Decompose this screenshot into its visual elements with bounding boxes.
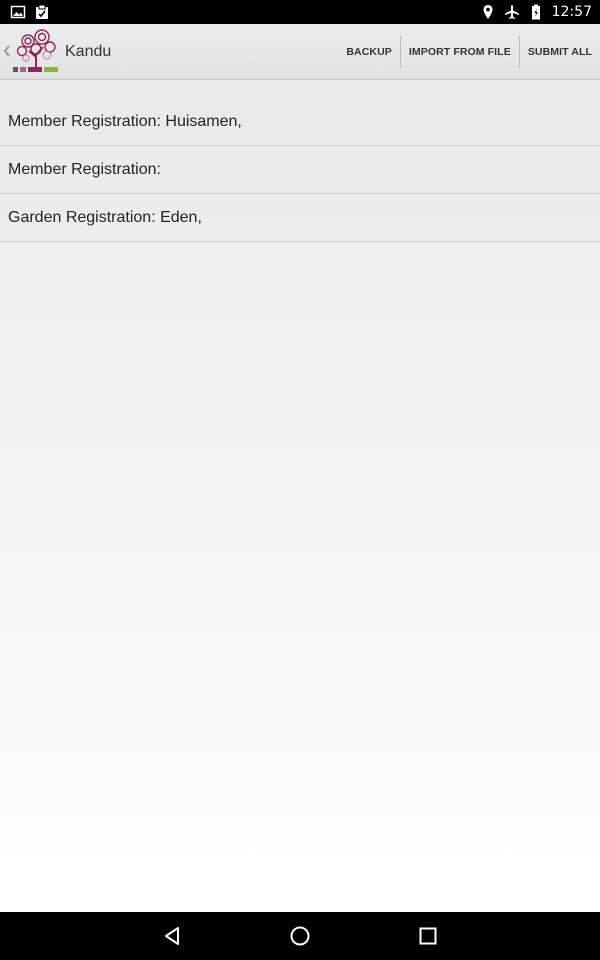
image-icon	[10, 5, 26, 19]
action-buttons: BACKUP IMPORT FROM FILE SUBMIT ALL	[338, 24, 600, 79]
battery-icon	[531, 4, 540, 20]
list-item[interactable]: Member Registration:	[0, 146, 600, 194]
home-icon[interactable]	[288, 924, 312, 948]
navigation-bar	[0, 912, 600, 960]
airplane-icon	[504, 5, 519, 19]
location-icon	[483, 5, 493, 19]
status-time: 12:57	[551, 4, 592, 20]
list-item[interactable]: Member Registration: Huisamen,	[0, 98, 600, 146]
app-logo-icon[interactable]	[12, 27, 60, 75]
app-title: Kandu	[65, 43, 112, 60]
submit-all-button[interactable]: SUBMIT ALL	[520, 24, 600, 79]
registration-list: Member Registration: Huisamen, Member Re…	[0, 98, 600, 242]
status-bar: 12:57	[0, 0, 600, 24]
list-item[interactable]: Garden Registration: Eden,	[0, 194, 600, 242]
status-right-icons: 12:57	[480, 0, 592, 24]
backup-button[interactable]: BACKUP	[338, 24, 400, 79]
up-caret-icon[interactable]	[2, 41, 12, 61]
status-left-icons	[10, 4, 50, 20]
clipboard-icon	[36, 4, 48, 19]
content-area: Member Registration: Huisamen, Member Re…	[0, 80, 600, 912]
import-from-file-button[interactable]: IMPORT FROM FILE	[401, 24, 519, 79]
recents-icon[interactable]	[416, 924, 440, 948]
action-bar: Kandu BACKUP IMPORT FROM FILE SUBMIT ALL	[0, 24, 600, 80]
back-icon[interactable]	[160, 924, 184, 948]
